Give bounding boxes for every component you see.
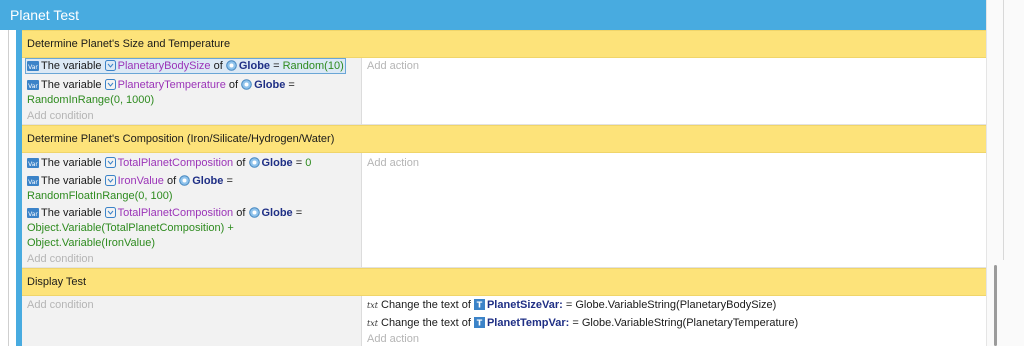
add-action-button[interactable]: Add action bbox=[367, 156, 419, 171]
add-condition-button[interactable]: Add condition bbox=[27, 298, 94, 313]
value-expression[interactable]: Globe.VariableString(PlanetaryTemperatur… bbox=[582, 317, 798, 329]
scroll-track bbox=[1003, 0, 1004, 260]
text-action-icon: txt bbox=[367, 318, 379, 333]
conditions-panel-1[interactable]: Var The variable PlanetaryBodySize of Glo… bbox=[22, 58, 362, 125]
globe-object-icon bbox=[248, 207, 260, 223]
variable-name[interactable]: TotalPlanetComposition bbox=[118, 157, 234, 169]
add-action-button[interactable]: Add action bbox=[367, 59, 419, 74]
svg-text:T: T bbox=[477, 319, 483, 328]
svg-text:T: T bbox=[477, 301, 483, 310]
text-object-icon: T bbox=[473, 299, 485, 315]
condition-row-continued[interactable]: RandomInRange(0, 1000) bbox=[27, 93, 154, 108]
svg-text:txt: txt bbox=[367, 319, 379, 328]
condition-row[interactable]: Var The variable TotalPlanetComposition o… bbox=[27, 156, 311, 173]
svg-text:Var: Var bbox=[28, 83, 38, 90]
scroll-thumb[interactable] bbox=[994, 265, 997, 346]
scene-variable-icon bbox=[104, 157, 116, 173]
object-name[interactable]: Globe bbox=[239, 60, 270, 72]
add-action-button[interactable]: Add action bbox=[367, 332, 419, 347]
scene-variable-icon bbox=[104, 60, 116, 76]
conditions-panel-2[interactable]: Var The variable TotalPlanetComposition o… bbox=[22, 153, 362, 268]
object-name[interactable]: Globe bbox=[262, 157, 293, 169]
globe-object-icon bbox=[248, 157, 260, 173]
comment-text: Determine Planet's Composition (Iron/Sil… bbox=[27, 133, 335, 145]
value-expression[interactable]: Object.Variable(TotalPlanetComposition) … bbox=[27, 222, 234, 234]
comment-text: Display Test bbox=[27, 276, 87, 288]
conditions-panel-3[interactable]: Add condition bbox=[22, 296, 362, 346]
group-tree-line bbox=[8, 30, 9, 346]
object-name[interactable]: PlanetTempVar bbox=[487, 317, 566, 329]
globe-object-icon bbox=[179, 175, 191, 191]
value-expression[interactable]: Globe.VariableString(PlanetaryBodySize) bbox=[575, 299, 776, 311]
add-condition-button[interactable]: Add condition bbox=[27, 252, 94, 267]
object-name[interactable]: Globe bbox=[262, 207, 293, 219]
comment-block-3[interactable]: Display Test bbox=[22, 268, 986, 296]
add-condition-button[interactable]: Add condition bbox=[27, 109, 94, 124]
svg-text:Var: Var bbox=[28, 64, 38, 71]
svg-text:txt: txt bbox=[367, 301, 379, 310]
value-expression[interactable]: 0 bbox=[305, 157, 311, 169]
vertical-scrollbar[interactable] bbox=[986, 0, 1024, 346]
comment-block-1[interactable]: Determine Planet's Size and Temperature bbox=[22, 30, 986, 58]
variable-icon: Var bbox=[27, 61, 39, 76]
variable-icon: Var bbox=[27, 158, 39, 173]
svg-text:Var: Var bbox=[28, 161, 38, 168]
events-sheet: Planet Test Determine Planet's Size and … bbox=[0, 0, 1024, 346]
action-row[interactable]: txt Change the text of T PlanetTempVar: = … bbox=[367, 316, 798, 333]
condition-row-continued[interactable]: Object.Variable(TotalPlanetComposition) … bbox=[27, 221, 234, 236]
object-name[interactable]: Globe bbox=[192, 175, 223, 187]
globe-object-icon bbox=[241, 79, 252, 95]
variable-name[interactable]: PlanetaryBodySize bbox=[118, 60, 211, 72]
actions-panel-3[interactable]: txt Change the text of T PlanetSizeVar: = … bbox=[362, 296, 986, 346]
object-name[interactable]: Globe bbox=[254, 79, 285, 91]
svg-text:Var: Var bbox=[28, 179, 38, 186]
svg-text:Var: Var bbox=[28, 211, 38, 218]
group-title: Planet Test bbox=[10, 7, 80, 23]
actions-panel-1[interactable]: Add action bbox=[362, 58, 986, 125]
text-object-icon: T bbox=[473, 317, 485, 333]
text-action-icon: txt bbox=[367, 300, 379, 315]
globe-object-icon bbox=[226, 60, 237, 76]
action-row[interactable]: txt Change the text of T PlanetSizeVar: = … bbox=[367, 298, 776, 315]
comment-block-2[interactable]: Determine Planet's Composition (Iron/Sil… bbox=[22, 125, 986, 153]
actions-panel-2[interactable]: Add action bbox=[362, 153, 986, 268]
variable-name[interactable]: TotalPlanetComposition bbox=[118, 207, 234, 219]
condition-row-continued[interactable]: Object.Variable(IronValue) bbox=[27, 236, 155, 251]
variable-name[interactable]: IronValue bbox=[118, 175, 164, 187]
group-header[interactable]: Planet Test bbox=[0, 0, 986, 30]
value-expression[interactable]: Object.Variable(IronValue) bbox=[27, 237, 155, 249]
value-expression[interactable]: Random(10) bbox=[283, 60, 344, 72]
condition-row[interactable]: Var The variable PlanetaryBodySize of Glo… bbox=[27, 59, 344, 76]
condition-row-continued[interactable]: RandomFloatInRange(0, 100) bbox=[27, 189, 173, 204]
comment-text: Determine Planet's Size and Temperature bbox=[27, 38, 231, 50]
object-name[interactable]: PlanetSizeVar bbox=[487, 299, 559, 311]
variable-name[interactable]: PlanetaryTemperature bbox=[118, 79, 226, 91]
value-expression[interactable]: RandomInRange(0, 1000) bbox=[27, 94, 154, 106]
value-expression[interactable]: RandomFloatInRange(0, 100) bbox=[27, 190, 173, 202]
